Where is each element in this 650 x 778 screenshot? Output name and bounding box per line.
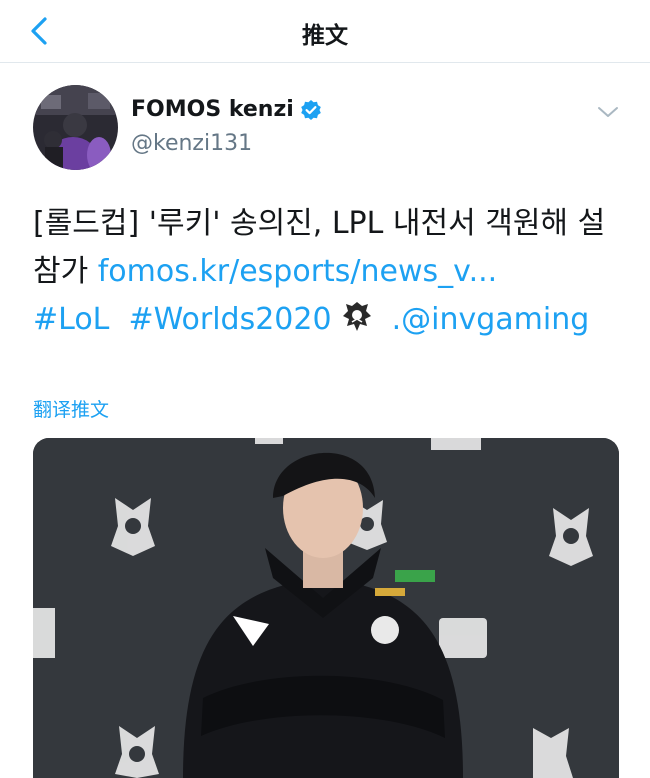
tweet-author: FOMOS kenzi @kenzi131 <box>33 85 623 175</box>
tweet-link[interactable]: fomos.kr/esports/news_v... <box>98 254 497 289</box>
display-name-row: FOMOS kenzi <box>131 97 322 122</box>
translate-tweet-link[interactable]: 翻译推文 <box>33 395 109 422</box>
chevron-down-icon[interactable] <box>595 101 621 123</box>
hashtag-worlds2020[interactable]: #Worlds2020 <box>128 302 331 337</box>
tweet-media-photo[interactable] <box>33 438 619 778</box>
page-title: 推文 <box>302 23 348 49</box>
display-name[interactable]: FOMOS kenzi <box>131 97 294 122</box>
top-nav-bar: 推文 <box>0 0 650 63</box>
user-handle[interactable]: @kenzi131 <box>131 131 252 156</box>
hashtag-lol[interactable]: #LoL <box>33 302 109 337</box>
worlds-logo-emoji-icon <box>340 300 374 334</box>
tweet-text: [롤드컵] '루키' 송의진, LPL 내전서 객원해 설 참가 fomos.k… <box>33 200 623 344</box>
mention-invgaming[interactable]: .@invgaming <box>392 302 590 337</box>
avatar[interactable] <box>33 85 118 170</box>
verified-badge-icon <box>300 99 322 121</box>
